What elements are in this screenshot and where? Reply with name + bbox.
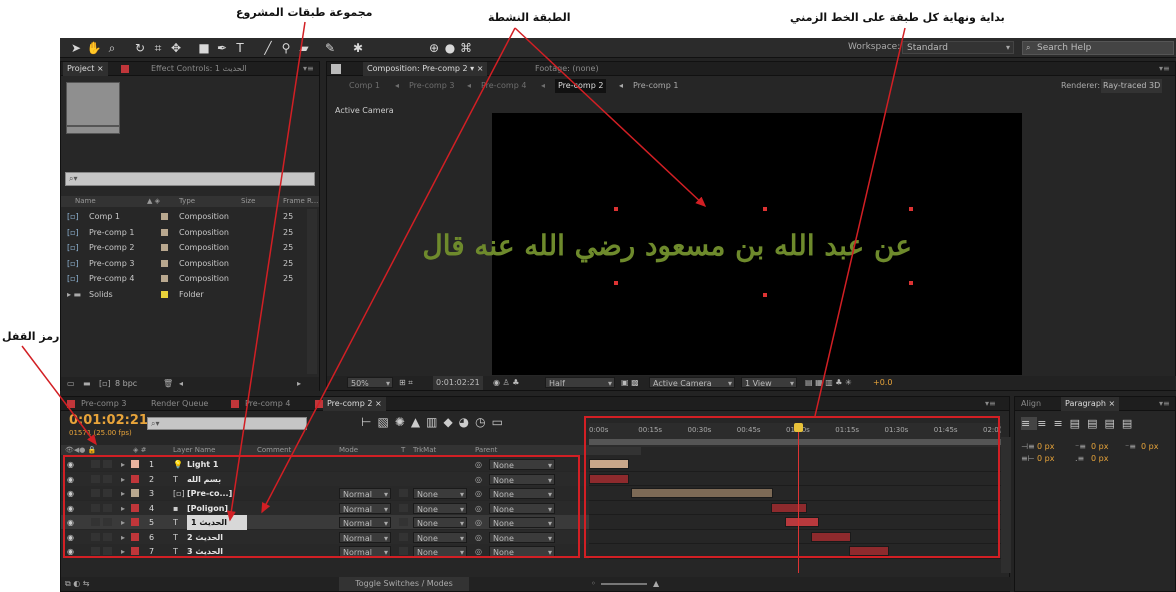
annotation-arrows [21, 21, 906, 522]
